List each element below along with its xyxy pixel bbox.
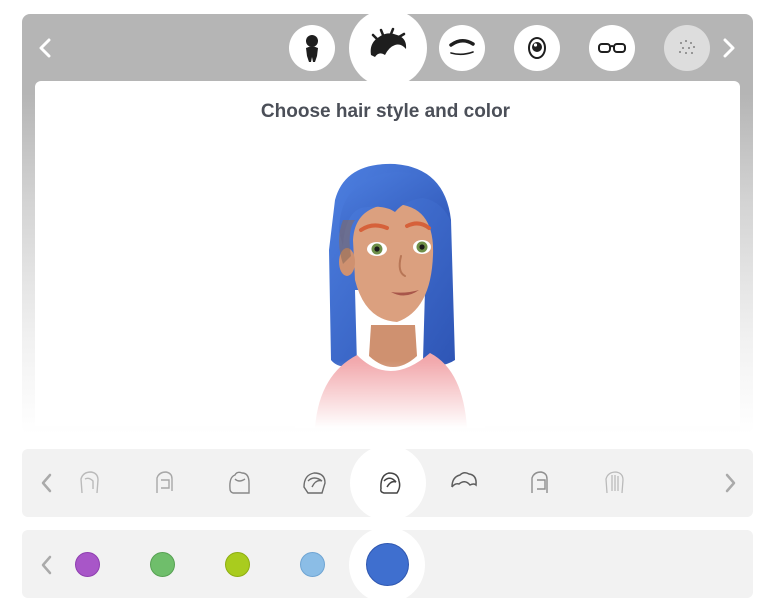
hair-style-option[interactable] xyxy=(222,466,256,500)
body-silhouette-icon xyxy=(306,35,318,62)
category-prev-button[interactable] xyxy=(34,33,56,63)
hair-style-option-selected[interactable] xyxy=(372,466,406,500)
glasses-icon xyxy=(598,43,626,53)
chevron-left-icon xyxy=(41,555,51,575)
hair-style-option[interactable] xyxy=(297,466,331,500)
hair-style-option[interactable] xyxy=(522,466,556,500)
hair-color-swatch[interactable] xyxy=(75,552,100,577)
hair-icon xyxy=(370,27,407,57)
hair-color-swatch[interactable] xyxy=(300,552,325,577)
category-eyes-button[interactable] xyxy=(514,25,560,71)
hair-style-option[interactable] xyxy=(447,466,481,500)
hairstyle-icon xyxy=(380,472,401,494)
eye-icon xyxy=(528,37,546,59)
hair-color-swatch-selected[interactable] xyxy=(366,543,409,586)
hair-style-option[interactable] xyxy=(72,466,106,500)
hairstyle-icon xyxy=(229,471,250,494)
hair-style-option[interactable] xyxy=(597,466,631,500)
hairstyle-icon xyxy=(531,471,548,493)
hair-color-swatch[interactable] xyxy=(225,552,250,577)
chevron-right-icon xyxy=(723,38,735,58)
hairstyle-icon xyxy=(156,471,173,493)
category-next-button[interactable] xyxy=(718,33,740,63)
page-title: Choose hair style and color xyxy=(260,101,511,122)
avatar-preview xyxy=(295,160,485,428)
chevron-left-icon xyxy=(41,473,51,493)
hair-color-prev-button[interactable] xyxy=(36,550,56,580)
hairstyle-icon xyxy=(303,472,326,494)
hairstyle-icon xyxy=(451,471,477,488)
category-glasses-button[interactable] xyxy=(589,25,635,71)
category-hair-button[interactable] xyxy=(349,9,427,87)
hairstyle-icon xyxy=(605,471,624,494)
hairstyle-icon xyxy=(80,471,99,494)
category-skin-details-button[interactable] xyxy=(664,25,710,71)
category-body-button[interactable] xyxy=(289,25,335,71)
hair-style-next-button[interactable] xyxy=(720,468,740,498)
hair-style-option[interactable] xyxy=(147,466,181,500)
hair-color-swatch[interactable] xyxy=(150,552,175,577)
hair-style-prev-button[interactable] xyxy=(36,468,56,498)
chevron-left-icon xyxy=(39,38,51,58)
chevron-right-icon xyxy=(725,473,735,493)
freckles-icon xyxy=(679,40,695,54)
category-eyebrows-button[interactable] xyxy=(439,25,485,71)
eyebrow-icon xyxy=(449,39,475,56)
